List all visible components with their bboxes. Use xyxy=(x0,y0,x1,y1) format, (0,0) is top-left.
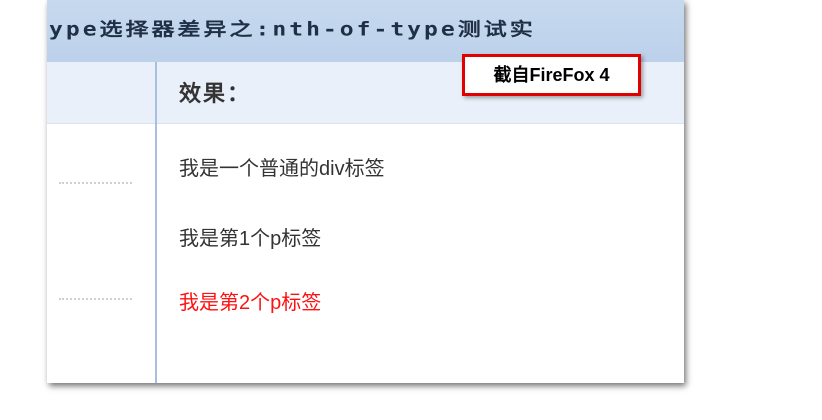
second-p-line-highlighted: 我是第2个p标签 xyxy=(179,292,322,314)
div-line: 我是一个普通的div标签 xyxy=(179,158,385,180)
firefox-caption-badge: 截自FireFox 4 xyxy=(462,54,641,96)
dotted-separator xyxy=(59,298,132,300)
title-bar: ype选择器差异之:nth-of-type测试实 xyxy=(47,0,684,62)
column-divider xyxy=(155,62,157,383)
page-title: ype选择器差异之:nth-of-type测试实 xyxy=(49,19,536,41)
first-p-line: 我是第1个p标签 xyxy=(179,228,322,250)
result-column-header: 效果： xyxy=(179,82,252,107)
dotted-separator xyxy=(59,182,132,184)
